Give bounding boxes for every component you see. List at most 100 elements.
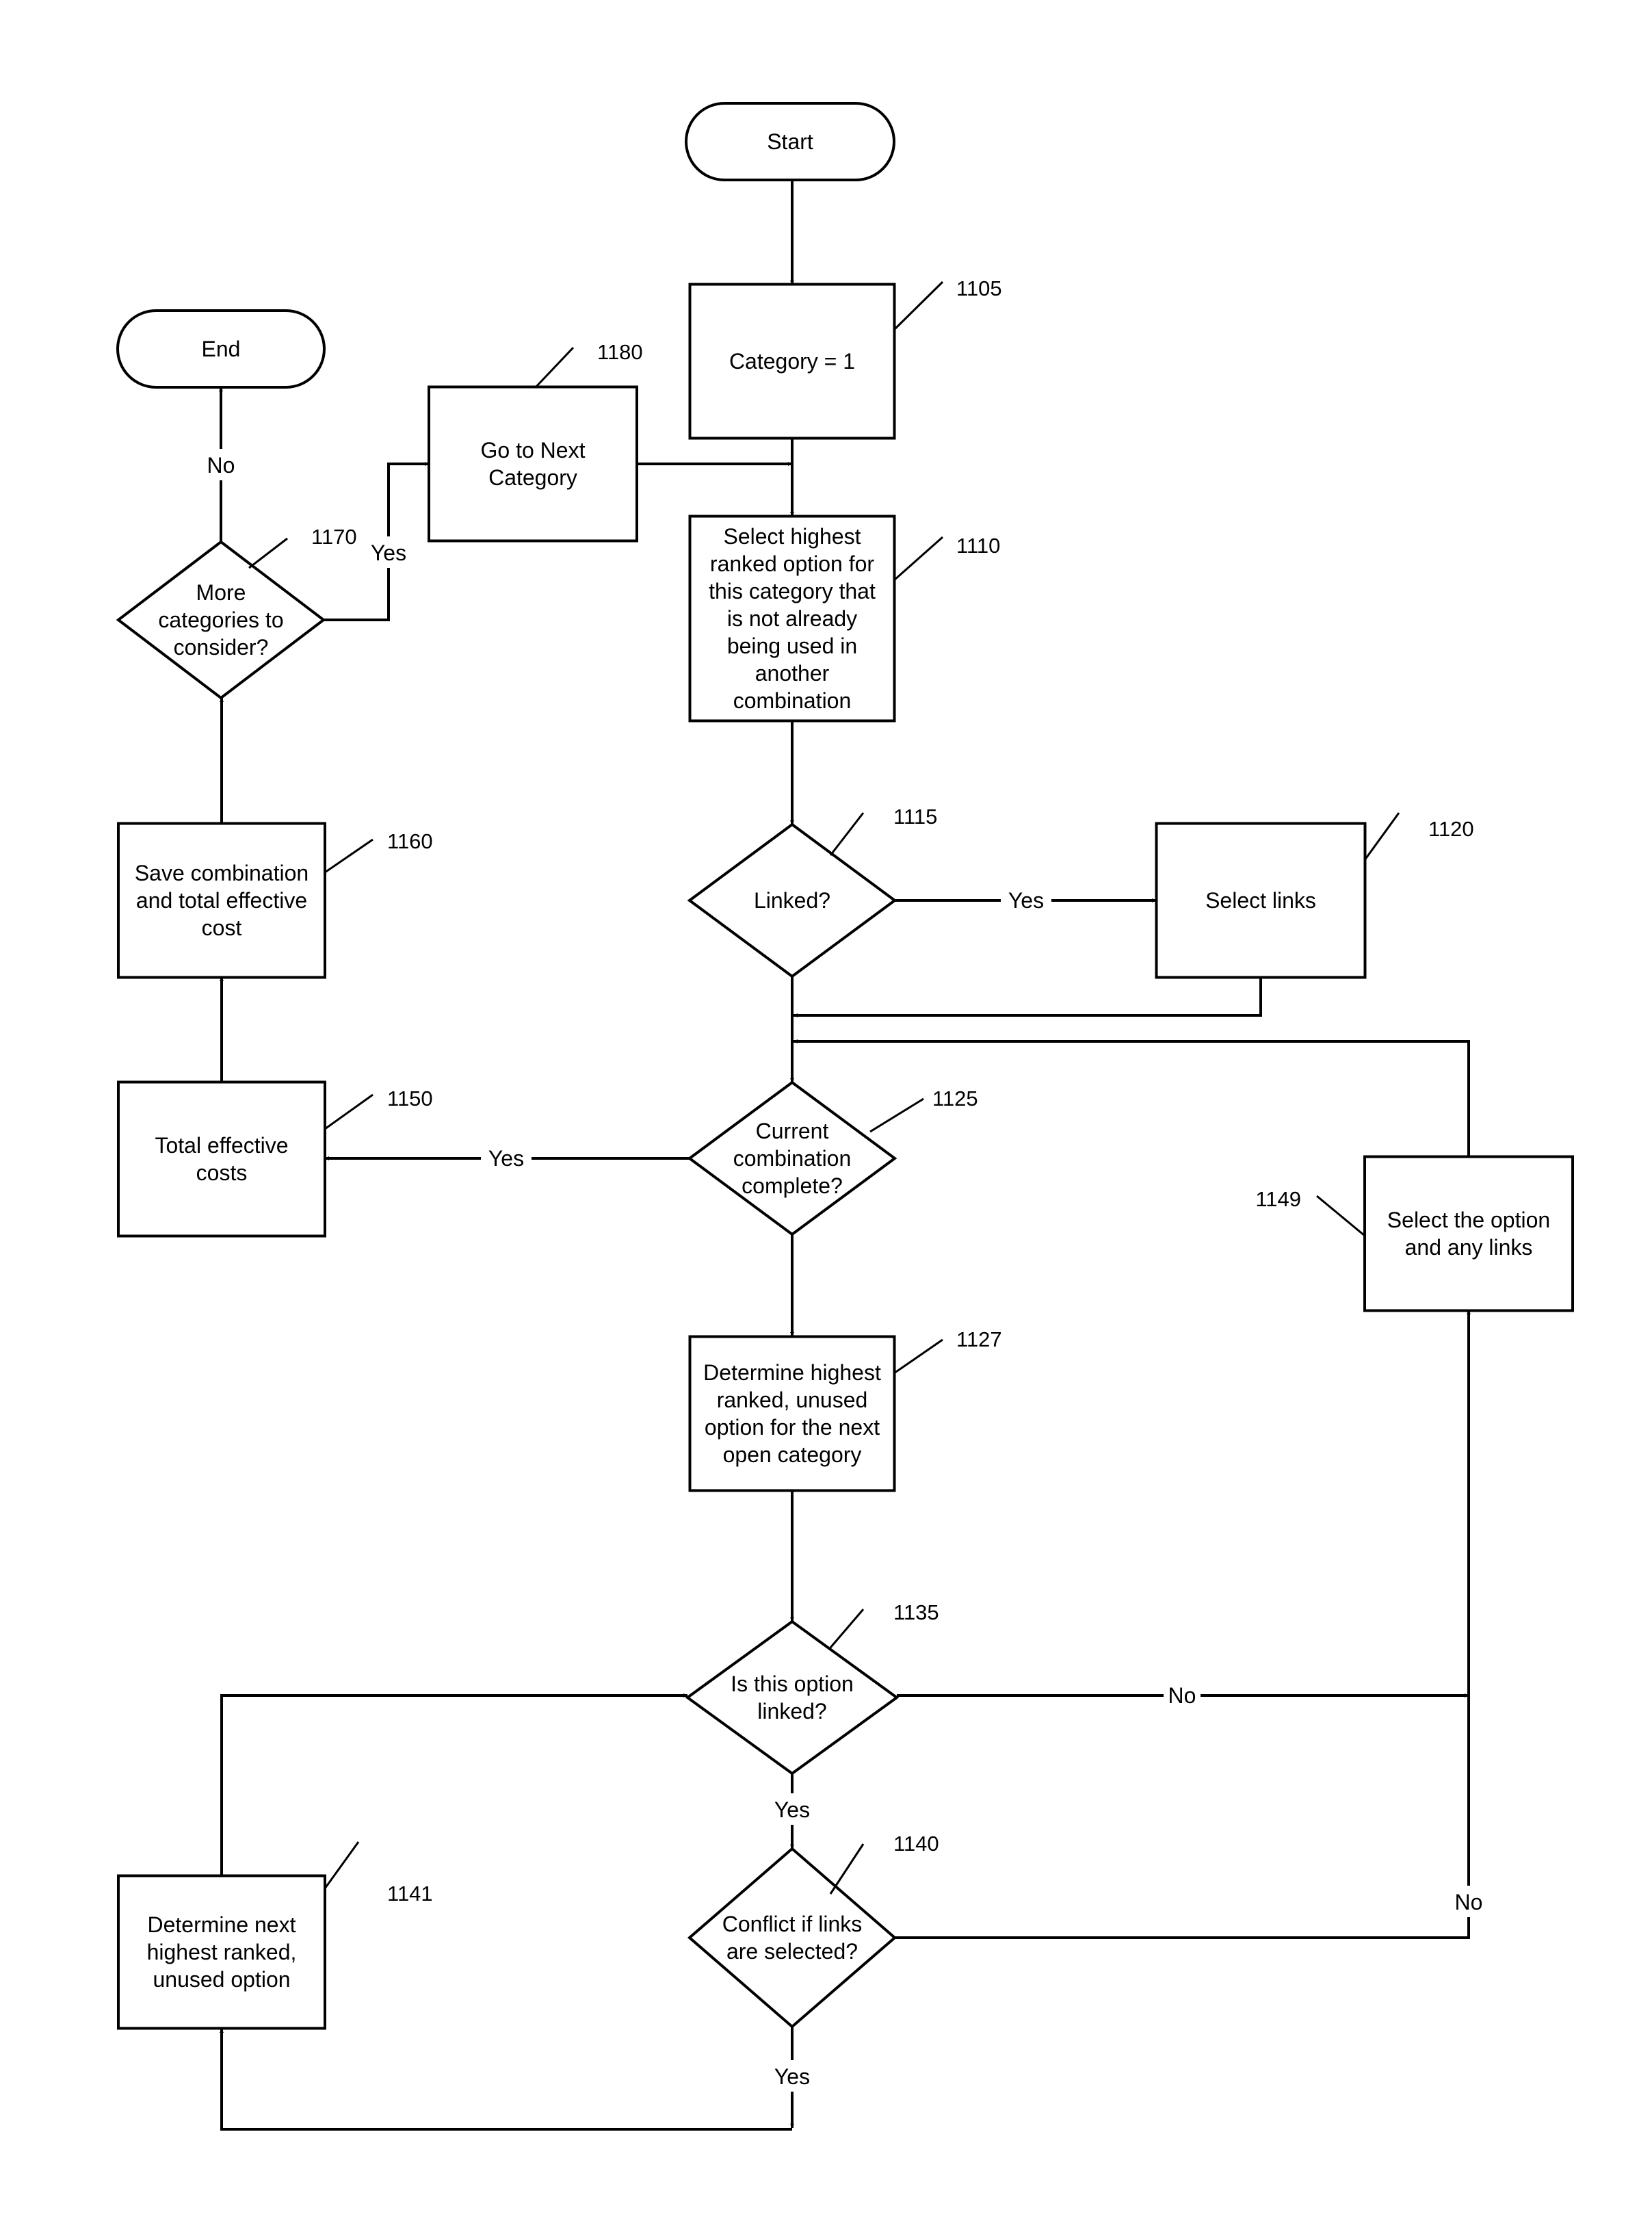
edge-n1140-to-n1149	[895, 1695, 1470, 1939]
node-label-line: Select links	[1205, 888, 1316, 913]
process-box	[117, 1080, 326, 1238]
node-label-line: Conflict if links	[722, 1912, 863, 1936]
node-n1110: Select highestranked option for this cate…	[688, 515, 1000, 723]
node-label-line: ranked option for	[710, 551, 875, 576]
reference-numeral: 1180	[597, 340, 643, 364]
node-label-line: is not already	[727, 606, 857, 631]
connector-line	[794, 977, 1262, 1017]
flowchart: Start Category = 1 1105 Select highestranke…	[116, 102, 1574, 2131]
node-n1170: More categories to consider? 1170	[116, 525, 357, 700]
node-label-line: End	[202, 337, 241, 361]
connector-line	[220, 2029, 792, 2131]
edge-label-text: Yes	[371, 541, 406, 565]
node-n1115: Linked? 1115	[687, 805, 937, 978]
edge-label-text: No	[1455, 1890, 1483, 1914]
node-label-line: open category	[723, 1442, 862, 1467]
reference-numeral: 1141	[387, 1882, 433, 1906]
node-label-line: complete?	[742, 1173, 843, 1198]
edge-n1141-to-n1135	[220, 1693, 687, 1876]
connector-line	[794, 1039, 1470, 1156]
reference-leader-line	[324, 838, 373, 874]
node-n1125: Current combinationcomplete? 1125	[687, 1080, 978, 1236]
edge-label-no: No	[202, 449, 239, 480]
reference-leader-line	[829, 1843, 865, 1895]
node-n1160: Save combination and total effectivecost 1…	[117, 822, 433, 979]
reference-numeral: 1105	[956, 276, 1002, 300]
edge-n1140-to-n1141	[220, 2027, 794, 2131]
node-label-line: Linked?	[754, 888, 830, 913]
edge-label-yes: Yes	[481, 1142, 532, 1173]
node-n1105: Category = 1 1105	[688, 276, 1002, 440]
reference-leader-line	[324, 1093, 373, 1130]
node-n1127: Determine highest ranked, unused option fo…	[688, 1327, 1002, 1492]
edge-label-text: Yes	[774, 2064, 810, 2089]
node-label-line: another	[755, 661, 830, 686]
node-label-line: Select the option	[1387, 1208, 1550, 1232]
edge-n1120-to-n1125	[794, 977, 1262, 1017]
reference-leader-line	[893, 1338, 943, 1375]
node-label-line: are selected?	[726, 1939, 858, 1964]
reference-leader-line	[534, 346, 575, 389]
node-start: Start	[685, 102, 895, 181]
edge-label-yes: Yes	[767, 1793, 817, 1825]
node-label-line: combination	[733, 1146, 852, 1171]
reference-leader-line	[829, 812, 865, 856]
node-n1149: Select the option and any links 1149	[1255, 1155, 1574, 1312]
node-label-line: Category	[488, 465, 577, 490]
process-box	[1363, 1155, 1574, 1312]
reference-numeral: 1170	[311, 525, 357, 549]
node-label-line: More	[196, 580, 246, 605]
edge-n1135-to-n1149	[897, 1310, 1471, 1698]
node-label-line: highest ranked,	[147, 1940, 297, 1964]
edge-label-text: No	[1168, 1683, 1196, 1708]
node-n1141: Determine next highest ranked, unused opti…	[117, 1841, 433, 2030]
reference-numeral: 1149	[1255, 1187, 1301, 1211]
node-label-line: Determine highest	[703, 1360, 881, 1385]
node-label-line: Determine next	[148, 1912, 296, 1937]
reference-leader-line	[829, 1609, 865, 1648]
edge-label-yes: Yes	[363, 536, 414, 568]
reference-leader-line	[324, 1841, 360, 1889]
node-label-line: option for the next	[705, 1415, 880, 1440]
edge-label-yes: Yes	[767, 2060, 817, 2092]
node-label-line: Category = 1	[729, 349, 855, 374]
reference-numeral: 1135	[893, 1600, 939, 1624]
node-end: End	[116, 309, 326, 389]
reference-numeral: 1160	[387, 829, 433, 853]
reference-leader-line	[1363, 812, 1400, 861]
node-n1135: Is this option linked? 1135	[685, 1600, 939, 1776]
reference-numeral: 1120	[1428, 817, 1474, 841]
reference-numeral: 1150	[387, 1087, 433, 1110]
edge-label-text: Yes	[774, 1797, 810, 1822]
node-label-line: and total effective	[136, 888, 307, 913]
edge-label-no: No	[1164, 1679, 1201, 1711]
node-label-line: Go to Next	[481, 438, 586, 463]
edge-label-no: No	[1450, 1886, 1487, 1917]
node-label-line: Select highest	[723, 524, 861, 549]
reference-numeral: 1140	[893, 1832, 939, 1856]
reference-numeral: 1115	[893, 805, 937, 829]
node-n1120: Select links 1120	[1155, 812, 1474, 979]
node-label-line: Current	[756, 1119, 829, 1143]
decision-diamond	[687, 1847, 897, 2029]
node-label-line: being used in	[727, 634, 857, 658]
process-box	[428, 385, 638, 543]
reference-numeral: 1110	[956, 534, 1000, 558]
reference-numeral: 1125	[932, 1087, 978, 1110]
decision-diamond	[685, 1620, 900, 1776]
node-label-line: linked?	[757, 1699, 826, 1724]
edge-label-text: Yes	[1008, 888, 1044, 913]
node-label-line: Start	[767, 129, 813, 154]
node-label-line: costs	[196, 1160, 248, 1185]
nodes-layer: Start Category = 1 1105 Select highestranke…	[116, 102, 1574, 2030]
connector-line	[220, 1693, 687, 1876]
reference-leader-line	[1316, 1195, 1365, 1237]
edge-label-text: No	[207, 453, 235, 478]
reference-leader-line	[869, 1097, 924, 1133]
node-label-line: Save combination	[135, 861, 309, 885]
reference-leader-line	[893, 281, 944, 331]
node-label-line: categories to	[158, 608, 283, 632]
node-n1180: Go to NextCategory 1180	[428, 340, 643, 543]
edge-n1149-to-n1125	[794, 1039, 1470, 1156]
node-label-line: and any links	[1405, 1235, 1533, 1260]
